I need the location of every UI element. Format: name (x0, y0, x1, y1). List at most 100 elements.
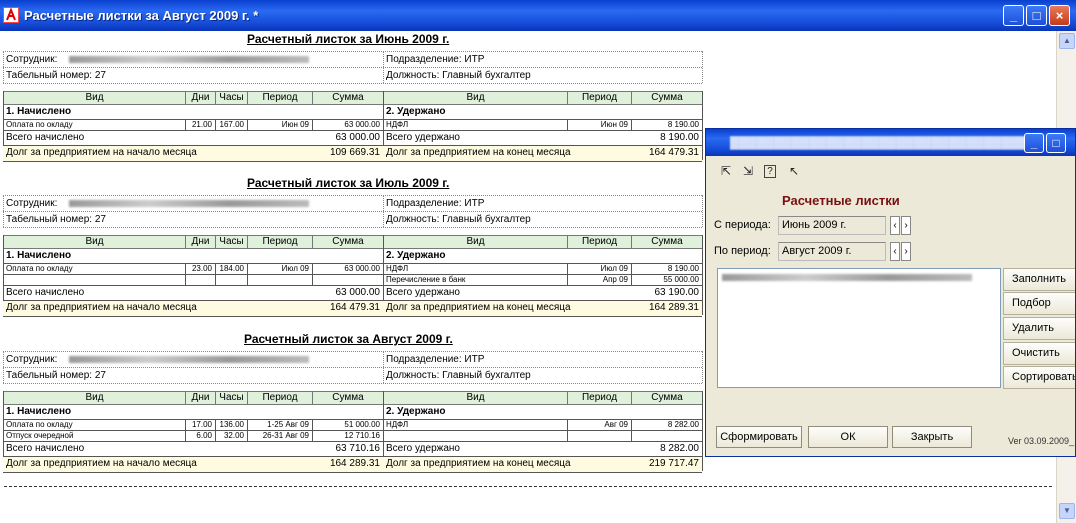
row-line (3, 263, 702, 264)
row-line (3, 316, 702, 317)
delete-button[interactable]: Удалить (1003, 317, 1075, 340)
period-from-label: С периода: (714, 219, 771, 231)
grid-line (312, 419, 313, 441)
accrual-name: Отпуск очередной (6, 431, 74, 440)
grid-line (567, 119, 568, 130)
close-dialog-button[interactable]: Закрыть (892, 426, 972, 448)
column-header: Период (567, 91, 632, 105)
withholding-name: НДФЛ (386, 264, 409, 273)
accrual-days: 21.00 (191, 120, 212, 129)
context-help-icon[interactable]: ↖ (786, 163, 802, 179)
employee-list[interactable] (717, 268, 1001, 388)
dept-label: Подразделение: ИТР (386, 54, 485, 65)
clear-button[interactable]: Очистить (1003, 342, 1075, 365)
accrued-section-title: 1. Начислено (6, 250, 72, 261)
accrual-sum: 51 000.00 (344, 420, 380, 429)
accrual-period: Июл 09 (281, 264, 309, 273)
select-button[interactable]: Подбор (1003, 292, 1075, 315)
total-withheld-label: Всего удержано (386, 132, 460, 143)
row-line (3, 472, 702, 473)
dialog-minimize-button[interactable]: _ (1024, 133, 1044, 153)
total-withheld-label: Всего удержано (386, 443, 460, 454)
column-header: Вид (3, 235, 186, 249)
save-settings-icon[interactable]: ⇱ (718, 163, 734, 179)
accrual-period: Июн 09 (281, 120, 309, 129)
withholding-name: НДФЛ (386, 420, 409, 429)
help-icon[interactable]: ? (764, 165, 776, 178)
accrued-section-title: 1. Начислено (6, 406, 72, 417)
debt-start-label: Долг за предприятием на начало месяца (6, 147, 197, 158)
total-accrued-value: 63 000.00 (335, 287, 381, 298)
period-from-field[interactable]: Июнь 2009 г. (778, 216, 886, 235)
debt-start-label: Долг за предприятием на начало месяца (6, 302, 197, 313)
close-button[interactable]: × (1049, 5, 1070, 26)
sort-button[interactable]: Сортировать (1003, 366, 1075, 389)
sheet-title: Расчетный листок за Июнь 2009 г. (247, 32, 450, 46)
withholding-period: Авг 09 (604, 420, 628, 429)
column-header: Период (247, 235, 313, 249)
debt-end-label: Долг за предприятием на конец месяца (386, 302, 571, 313)
window-titlebar: Расчетные листки за Август 2009 г. * _ □… (0, 0, 1076, 31)
debt-end-value: 164 479.31 (648, 147, 699, 158)
grid-line (215, 263, 216, 285)
period-to-field[interactable]: Август 2009 г. (778, 242, 886, 261)
total-accrued-label: Всего начислено (6, 287, 85, 298)
accrual-name: Оплата по окладу (6, 264, 73, 273)
total-accrued-value: 63 000.00 (335, 132, 381, 143)
sheet-title: Расчетный листок за Август 2009 г. (244, 332, 453, 346)
employee-list-item[interactable] (722, 274, 972, 281)
debt-end-label: Долг за предприятием на конец месяца (386, 458, 571, 469)
payslips-dialog: ▓▓▓▓▓▓▓▓▓▓▓▓▓▓▓▓▓▓▓▓▓▓▓▓▓▓▓▓▓▓▓▓▓▓ _ □ ⇱… (705, 128, 1076, 457)
grid-line (247, 263, 248, 285)
maximize-button[interactable]: □ (1026, 5, 1047, 26)
grid-line (702, 391, 703, 471)
accrual-hours: 167.00 (219, 120, 244, 129)
row-line (3, 419, 702, 420)
restore-settings-icon[interactable]: ⇲ (740, 163, 756, 179)
scroll-up-icon[interactable]: ▲ (1059, 33, 1075, 49)
info-border (702, 195, 703, 227)
accrual-name: Оплата по окладу (6, 120, 73, 129)
withholding-name: НДФЛ (386, 120, 409, 129)
tab-number-label: Табельный номер: 27 (6, 214, 106, 225)
accrual-period: 26-31 Авг 09 (262, 431, 309, 440)
accrual-days: 23.00 (191, 264, 212, 273)
info-border (3, 351, 702, 352)
grid-line (185, 419, 186, 441)
row-line (3, 161, 702, 162)
column-header: Вид (3, 391, 186, 405)
app-icon (3, 7, 19, 23)
scroll-down-icon[interactable]: ▼ (1059, 503, 1075, 519)
column-header: Сумма (312, 235, 384, 249)
column-header: Дни (185, 235, 216, 249)
employee-name-redacted (62, 197, 312, 212)
tab-number-label: Табельный номер: 27 (6, 370, 106, 381)
grid-line (247, 419, 248, 441)
period-from-next-icon[interactable]: › (901, 216, 911, 235)
minimize-button[interactable]: _ (1003, 5, 1024, 26)
period-to-label: По период: (714, 245, 771, 257)
period-to-prev-icon[interactable]: ‹ (890, 242, 900, 261)
window-title: Расчетные листки за Август 2009 г. * (24, 8, 259, 23)
debt-end-value: 164 289.31 (648, 302, 699, 313)
column-header: Сумма (631, 91, 703, 105)
grid-line (215, 419, 216, 441)
column-header: Период (567, 391, 632, 405)
withholding-period: Июн 09 (600, 120, 628, 129)
column-header: Период (247, 391, 313, 405)
generate-button[interactable]: Сформировать (716, 426, 802, 448)
fill-button[interactable]: Заполнить (1003, 268, 1075, 291)
accrual-days: 17.00 (191, 420, 212, 429)
period-to-next-icon[interactable]: › (901, 242, 911, 261)
position-label: Должность: Главный бухгалтер (386, 370, 531, 381)
column-header: Часы (215, 391, 248, 405)
column-header: Часы (215, 91, 248, 105)
column-header: Дни (185, 91, 216, 105)
period-from-prev-icon[interactable]: ‹ (890, 216, 900, 235)
column-header: Сумма (312, 391, 384, 405)
grid-line (631, 119, 632, 130)
total-accrued-label: Всего начислено (6, 132, 85, 143)
dialog-title-blurred: ▓▓▓▓▓▓▓▓▓▓▓▓▓▓▓▓▓▓▓▓▓▓▓▓▓▓▓▓▓▓▓▓▓▓ (730, 135, 1028, 149)
ok-button[interactable]: ОК (808, 426, 888, 448)
dialog-maximize-button[interactable]: □ (1046, 133, 1066, 153)
